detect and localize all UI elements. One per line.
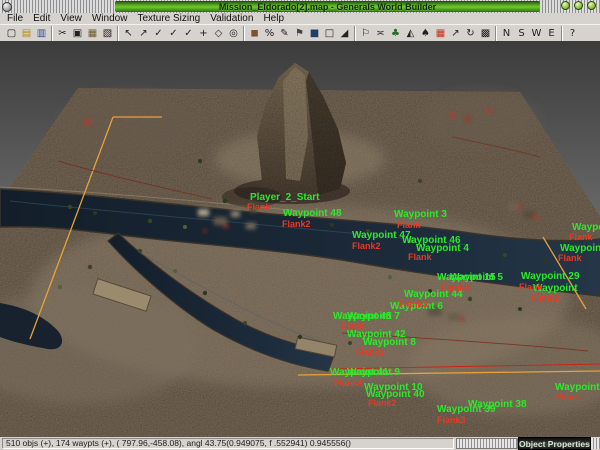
move-object-tool-button[interactable]: ↗: [448, 26, 463, 41]
copy-button[interactable]: ▣: [70, 26, 85, 41]
object-properties-panel[interactable]: Object Properties: [518, 437, 591, 450]
fence-tool-button[interactable]: ◭: [403, 26, 418, 41]
system-menu-button[interactable]: [2, 1, 12, 12]
ramp-tool-button[interactable]: ◢: [337, 26, 352, 41]
add-tool-button[interactable]: +: [196, 26, 211, 41]
cut-button[interactable]: ✂: [55, 26, 70, 41]
maximize-button[interactable]: [574, 1, 583, 10]
zoom-tool-button[interactable]: ◎: [226, 26, 241, 41]
waypoint-label[interactable]: Waypoint 3: [394, 209, 447, 220]
new-map-button[interactable]: ▢: [4, 26, 19, 41]
status-bar: 510 objs (+), 174 waypts (+), ( 797.96,-…: [0, 437, 600, 450]
menu-help[interactable]: Help: [258, 13, 289, 24]
viewport[interactable]: Player_2_Start Waypoint 48 Waypoint 3 Waypo…: [0, 41, 600, 437]
object-tool-button[interactable]: ♠: [418, 26, 433, 41]
team-label[interactable]: Flank: [569, 232, 593, 242]
waypoint-tool-button[interactable]: ⚐: [358, 26, 373, 41]
waypoint-label[interactable]: Waypoint 29: [521, 271, 580, 282]
help-tool-button[interactable]: ?: [565, 26, 580, 41]
rotate-tool-button[interactable]: ↻: [463, 26, 478, 41]
open-map-button[interactable]: ▤: [19, 26, 34, 41]
team-label[interactable]: Flank4: [334, 378, 363, 388]
print-button[interactable]: ▧: [100, 26, 115, 41]
close-button[interactable]: [587, 1, 596, 10]
status-grip-right[interactable]: [590, 438, 600, 449]
team-label[interactable]: Flank: [408, 252, 432, 262]
toolbar: ▢ ▤ ▥ ✂ ▣ ▦ ▧ ↖ ↗ ✓ ✓ ✓ + ◇ ◎ ◼% ✎ ⚑ ■ □ ◢ ⚐ ≍ ♣ ◭ ♠ ▦ ↗ ↻ ▩ N S W E?: [0, 24, 600, 41]
title-bar-center: Mission_Eldorado[2].map - Generals World…: [115, 1, 540, 12]
texture-copy-tool-button[interactable]: ▦: [433, 26, 448, 41]
water-tool-button[interactable]: ■: [307, 26, 322, 41]
title-bar[interactable]: Mission_Eldorado[2].map - Generals World…: [0, 0, 600, 13]
eyedropper-tool-button[interactable]: ◇: [211, 26, 226, 41]
tree-tool-button[interactable]: ♣: [388, 26, 403, 41]
menu-edit[interactable]: Edit: [28, 13, 55, 24]
menu-bar: File Edit View Window Texture Sizing Validati…: [0, 13, 600, 24]
team-label[interactable]: Flank: [558, 253, 582, 263]
team-label[interactable]: Flank4: [441, 283, 470, 293]
team-label[interactable]: Flank2: [282, 219, 311, 229]
team-label[interactable]: Flank: [397, 220, 421, 230]
bridge-tool-button[interactable]: ≍: [373, 26, 388, 41]
waypoint-label[interactable]: Waypoint 9: [347, 367, 400, 378]
team-label[interactable]: Flank: [247, 202, 271, 212]
team-label[interactable]: Flank: [341, 321, 365, 331]
window-title: Mission_Eldorado[2].map - Generals World…: [218, 1, 437, 12]
move-camera-tool-button[interactable]: ↗: [136, 26, 151, 41]
waypoint-label[interactable]: Waypoint 5: [450, 272, 503, 283]
mound-tool-button[interactable]: ✓: [166, 26, 181, 41]
menu-texture-sizing[interactable]: Texture Sizing: [132, 13, 205, 24]
status-grip[interactable]: [456, 438, 518, 449]
team-label[interactable]: Flank3: [437, 415, 466, 425]
status-text: 510 objs (+), 174 waypts (+), ( 797.96,-…: [2, 438, 454, 449]
look-north-button[interactable]: N: [499, 26, 514, 41]
waypoint-label[interactable]: Waypoint 48: [283, 208, 342, 219]
minimize-button[interactable]: [561, 1, 570, 10]
waypoint-label[interactable]: Waypoint 38: [468, 399, 527, 410]
look-west-button[interactable]: W: [529, 26, 544, 41]
height-brush-tool-button[interactable]: ✓: [151, 26, 166, 41]
menu-validation[interactable]: Validation: [205, 13, 258, 24]
menu-file[interactable]: File: [2, 13, 28, 24]
grid-tool-button[interactable]: ▩: [478, 26, 493, 41]
team-label[interactable]: Flank: [556, 392, 580, 402]
label-layer: Player_2_Start Waypoint 48 Waypoint 3 Waypo…: [0, 41, 600, 437]
dig-tool-button[interactable]: ✓: [181, 26, 196, 41]
world-builder-window: Mission_Eldorado[2].map - Generals World…: [0, 0, 600, 450]
select-tool-button[interactable]: ↖: [121, 26, 136, 41]
grove-tool-button[interactable]: ⚑: [292, 26, 307, 41]
look-east-button[interactable]: E: [544, 26, 559, 41]
team-label[interactable]: Flank3: [399, 299, 428, 309]
paste-button[interactable]: ▦: [85, 26, 100, 41]
area-tool-button[interactable]: □: [322, 26, 337, 41]
texture-tool-button[interactable]: ◼: [247, 26, 262, 41]
team-label[interactable]: Flank: [519, 282, 543, 292]
team-label[interactable]: Flank2: [352, 241, 381, 251]
team-label[interactable]: Flank2: [356, 347, 385, 357]
draw-road-tool-button[interactable]: ✎: [277, 26, 292, 41]
menu-window[interactable]: Window: [87, 13, 133, 24]
menu-view[interactable]: View: [55, 13, 87, 24]
team-label[interactable]: Flank2: [368, 398, 397, 408]
look-south-button[interactable]: S: [514, 26, 529, 41]
team-label[interactable]: Flank2: [531, 293, 560, 303]
blend-tool-button[interactable]: %: [262, 26, 277, 41]
save-map-button[interactable]: ▥: [34, 26, 49, 41]
